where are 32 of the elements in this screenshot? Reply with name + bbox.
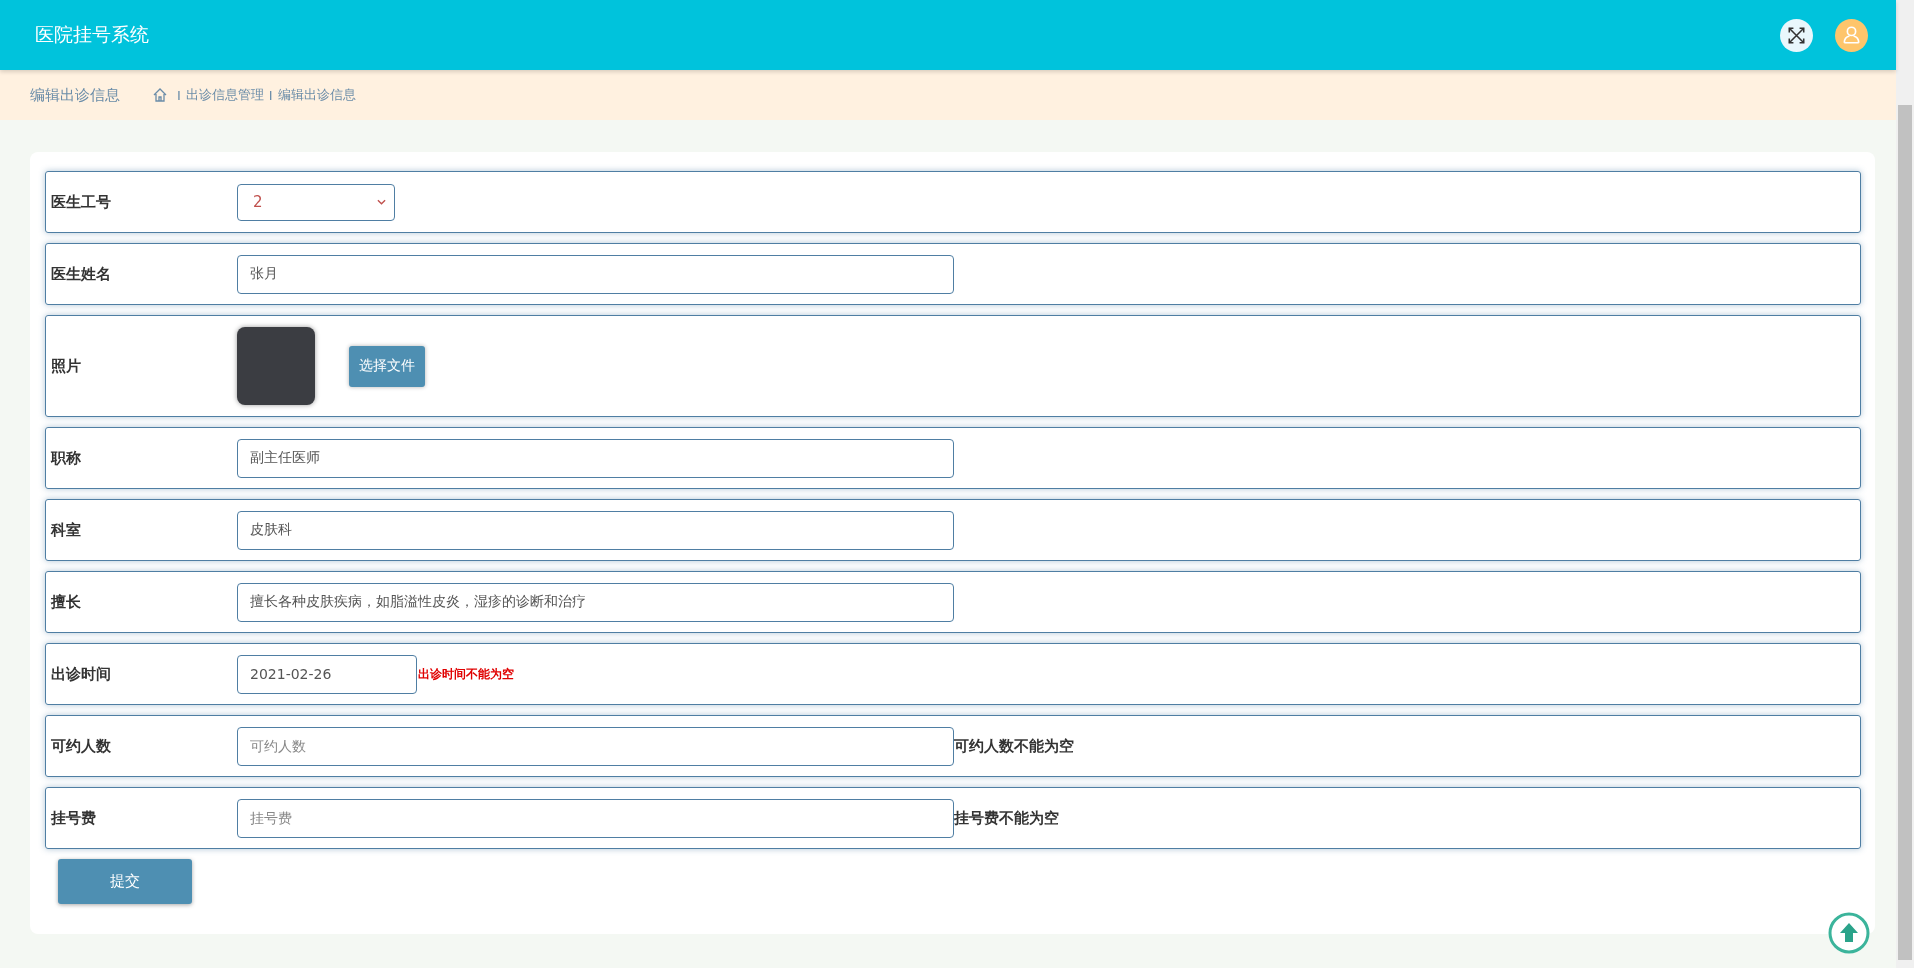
submit-button[interactable]: 提交 (58, 859, 192, 904)
breadcrumb-separator: I (268, 87, 273, 103)
field-label: 照片 (51, 356, 82, 376)
field-label: 可约人数 (51, 736, 112, 756)
field-label: 医生工号 (51, 192, 112, 212)
date-field[interactable]: 2021-02-26 (237, 654, 417, 694)
field-label: 医生姓名 (51, 264, 112, 284)
input-field[interactable]: 副主任医师 (237, 438, 954, 478)
field-label: 职称 (51, 448, 82, 468)
field-label: 出诊时间 (51, 664, 112, 684)
breadcrumb-separator: I (177, 87, 181, 103)
input-field[interactable]: 张月 (237, 254, 954, 294)
scrollbar[interactable] (1896, 0, 1914, 968)
page-title: 编辑出诊信息 (30, 85, 120, 105)
field-label: 挂号费 (51, 808, 97, 828)
input-field[interactable]: 皮肤科 (237, 510, 954, 550)
back-to-top-icon[interactable] (1827, 911, 1871, 955)
input-field[interactable]: 擅长各种皮肤疾病，如脂溢性皮炎，湿疹的诊断和治疗 (237, 582, 954, 622)
error-message: 出诊时间不能为空 (418, 665, 514, 683)
input-field[interactable]: 可约人数 (237, 726, 954, 766)
fullscreen-icon[interactable] (1780, 18, 1813, 52)
user-avatar-icon[interactable] (1835, 18, 1868, 52)
select-field[interactable]: 2 (237, 183, 395, 221)
app-title: 医院挂号系统 (35, 22, 149, 47)
chevron-icon (377, 199, 386, 205)
error-message: 挂号费不能为空 (954, 808, 1059, 828)
input-field[interactable]: 挂号费 (237, 798, 954, 838)
home-icon[interactable] (152, 87, 168, 103)
error-message: 可约人数不能为空 (954, 736, 1074, 756)
field-label: 擅长 (51, 592, 82, 612)
choose-file-button[interactable]: 选择文件 (349, 345, 425, 387)
field-label: 科室 (51, 520, 82, 540)
